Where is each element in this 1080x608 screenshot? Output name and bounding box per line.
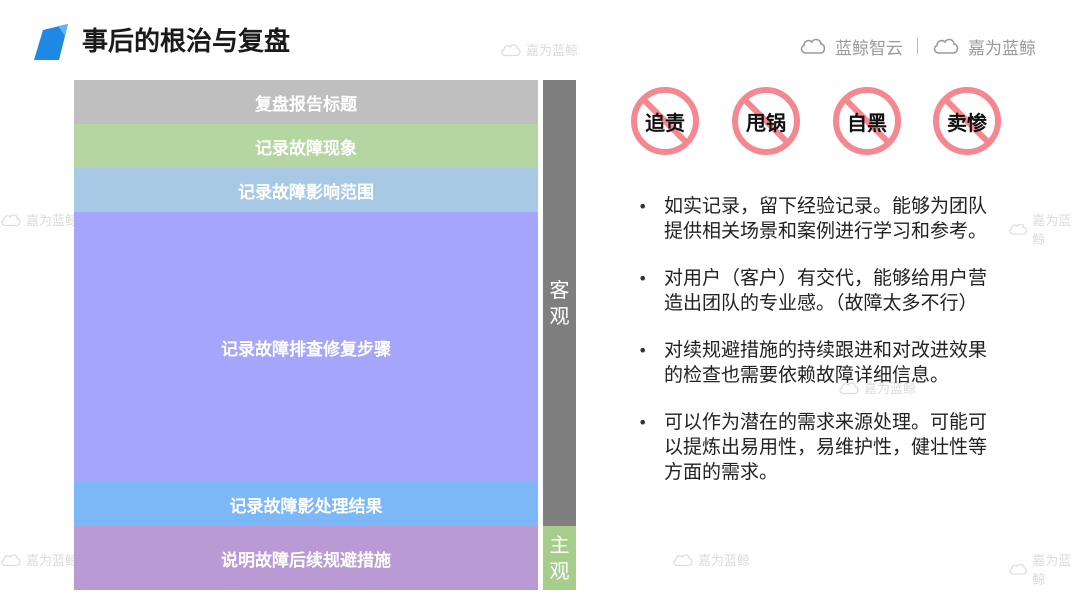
cloud-icon	[1009, 223, 1027, 235]
bullet-dot: •	[638, 197, 648, 216]
cloud-icon	[1009, 563, 1027, 575]
list-item: • 对用户（客户）有交代，能够给用户营造出团队的专业感。（故障太多不行）	[638, 267, 988, 314]
subjective-bar: 主观	[543, 526, 576, 590]
objective-label: 客观	[549, 278, 570, 328]
cloud-icon	[501, 43, 521, 56]
watermark: 嘉为蓝鲸	[0, 550, 78, 569]
cloud-icon	[673, 553, 693, 566]
brand-secondary: 嘉为蓝鲸	[968, 38, 1036, 59]
section-fault-result: 记录故障影处理结果	[74, 482, 538, 526]
parallelogram-logo-icon	[34, 24, 68, 60]
watermark: 嘉为蓝鲸	[672, 550, 750, 569]
watermark: 嘉为蓝鲸	[1008, 210, 1080, 248]
bullet-dot: •	[638, 413, 648, 432]
bullet-list: • 如实记录，留下经验记录。能够为团队提供相关场景和案例进行学习和参考。 • 对用户…	[636, 194, 996, 507]
list-item: • 如实记录，留下经验记录。能够为团队提供相关场景和案例进行学习和参考。	[638, 195, 988, 242]
list-item: • 可以作为潜在的需求来源处理。可能可以提炼出易用性，易维护性，健壮性等方面的需求…	[638, 411, 988, 483]
bullet-dot: •	[638, 341, 648, 360]
brand-primary: 蓝鲸智云	[835, 38, 903, 59]
prohibited-label: 追责	[645, 110, 685, 135]
list-item: • 对续规避措施的持续跟进和对改进效果的检查也需要依赖故障详细信息。	[638, 339, 988, 386]
prohibited-label: 甩锅	[746, 110, 786, 135]
section-report-title: 复盘报告标题	[74, 80, 538, 124]
subjective-label: 主观	[549, 533, 570, 583]
cloud-icon	[1, 553, 21, 566]
cloud-icon	[1, 213, 21, 226]
watermark: 嘉为蓝鲸	[1008, 550, 1080, 588]
prohibited-sign: 自黑	[832, 86, 902, 156]
brand-area: 蓝鲸智云 嘉为蓝鲸	[799, 34, 1036, 59]
report-sections-stack: 复盘报告标题 记录故障现象 记录故障影响范围 记录故障排查修复步骤 记录故障影处…	[74, 80, 538, 590]
objective-bar: 客观	[543, 80, 576, 526]
page-title: 事后的根治与复盘	[82, 27, 291, 57]
prohibited-label: 自黑	[847, 110, 887, 135]
bullet-dot: •	[638, 269, 648, 288]
section-followup-measures: 说明故障后续规避措施	[74, 526, 538, 590]
brand-divider	[917, 38, 918, 54]
cloud-icon	[800, 38, 826, 54]
cloud-icon	[933, 38, 959, 54]
prohibited-label: 卖惨	[947, 110, 987, 135]
section-fault-phenomenon: 记录故障现象	[74, 124, 538, 168]
prohibited-sign: 卖惨	[932, 86, 1002, 156]
watermark: 嘉为蓝鲸	[500, 40, 578, 59]
prohibited-sign: 追责	[630, 86, 700, 156]
prohibited-sign: 甩锅	[731, 86, 801, 156]
prohibited-signs: 追责 甩锅 自黑 卖惨	[630, 86, 1002, 158]
section-fault-scope: 记录故障影响范围	[74, 168, 538, 212]
section-fault-fix-steps: 记录故障排查修复步骤	[74, 212, 538, 482]
watermark: 嘉为蓝鲸	[0, 210, 78, 229]
